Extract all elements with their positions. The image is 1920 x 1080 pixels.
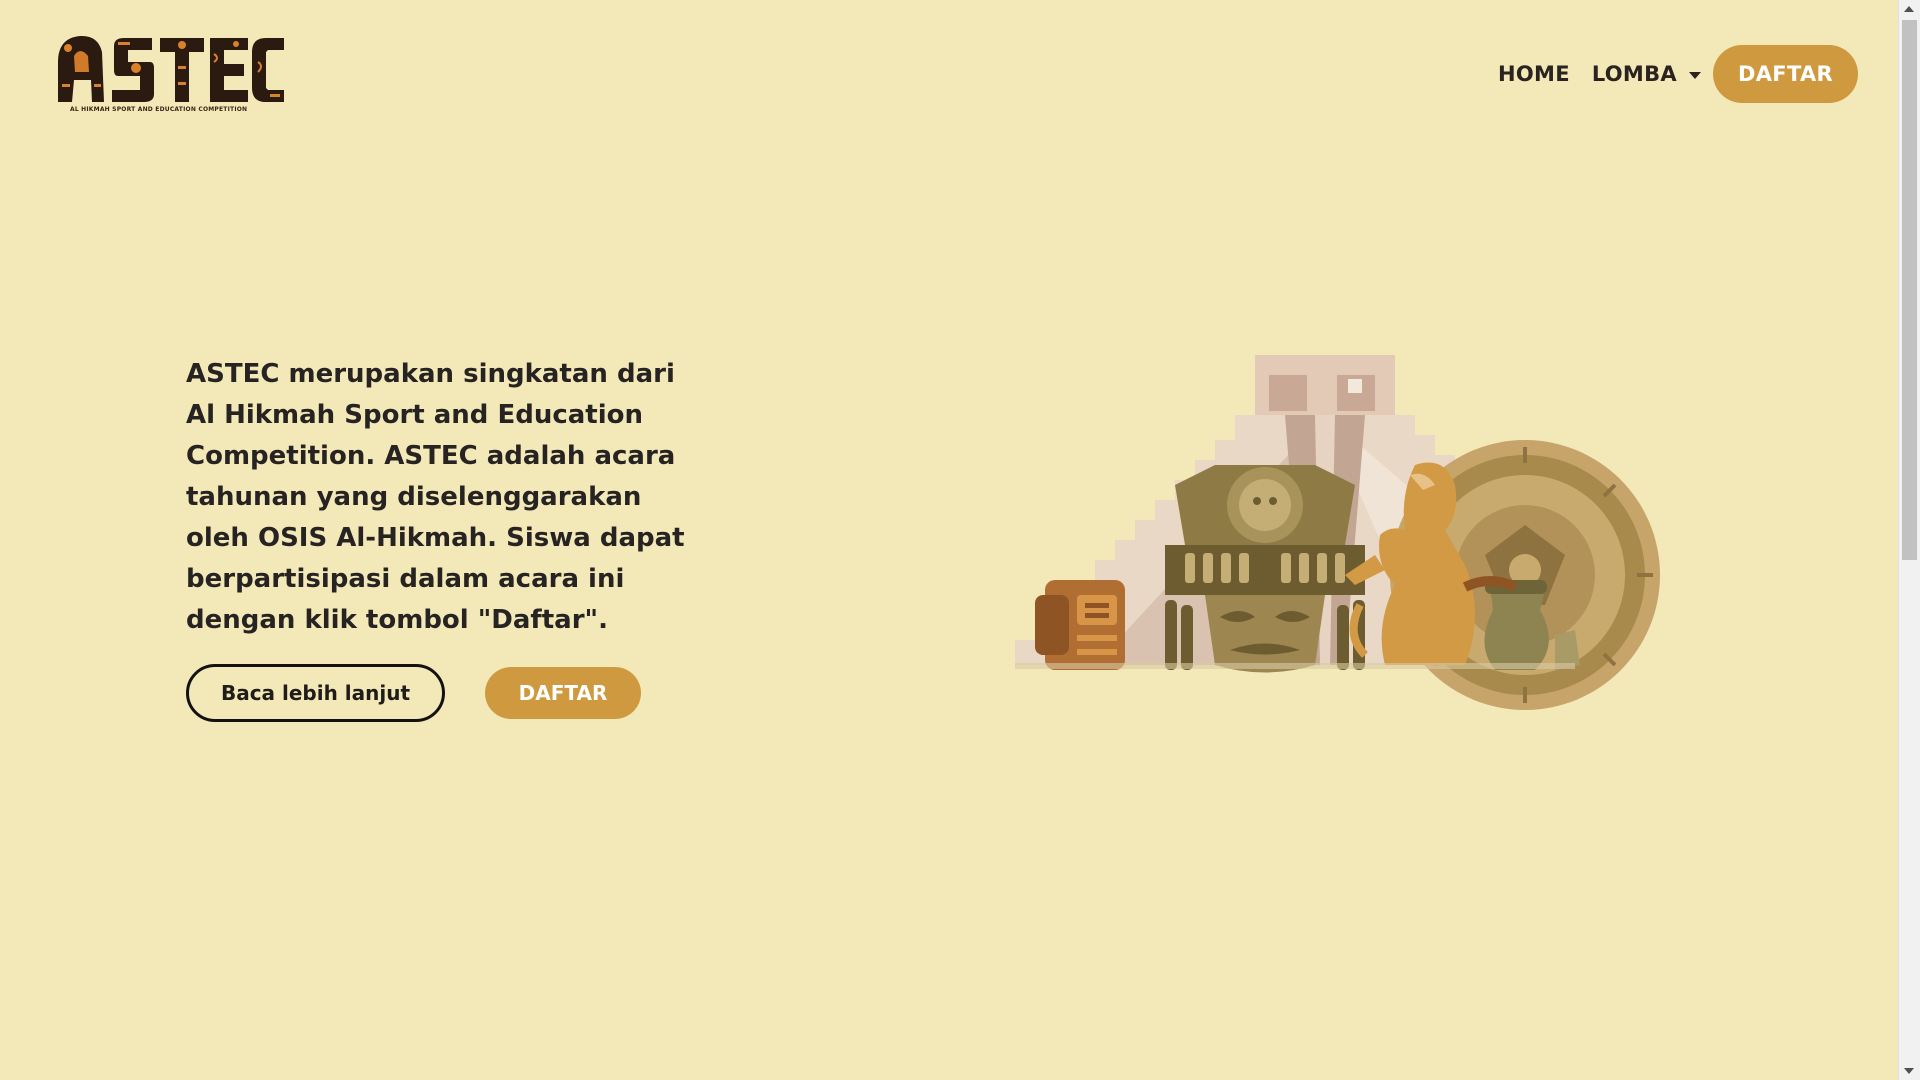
scroll-down-arrow-icon[interactable] — [1904, 1068, 1914, 1074]
hero-description: ASTEC merupakan singkatan dari Al Hikmah… — [186, 359, 685, 635]
nav-home-link[interactable]: HOME — [1498, 62, 1570, 86]
aztec-pyramid-illustration — [1015, 355, 1660, 710]
logo-tagline: AL HIKMAH SPORT AND EDUCATION COMPETITIO… — [70, 106, 248, 113]
scrollbar-thumb[interactable] — [1902, 20, 1917, 560]
main-navigation: HOME LOMBA DAFTAR — [1498, 45, 1858, 103]
nav-lomba-link[interactable]: LOMBA — [1592, 62, 1677, 86]
nav-lomba-dropdown[interactable]: LOMBA — [1592, 62, 1701, 86]
astec-logo-wordmark — [58, 35, 284, 102]
astec-logo[interactable]: AL HIKMAH SPORT AND EDUCATION COMPETITIO… — [48, 32, 288, 120]
caret-down-icon[interactable] — [1689, 71, 1701, 79]
nav-daftar-button[interactable]: DAFTAR — [1713, 45, 1858, 103]
hero-actions: Baca lebih lanjut DAFTAR — [186, 664, 641, 722]
read-more-button[interactable]: Baca lebih lanjut — [186, 664, 445, 722]
page-scrollbar[interactable] — [1898, 0, 1920, 1080]
landing-page: AL HIKMAH SPORT AND EDUCATION COMPETITIO… — [0, 0, 1920, 1080]
scroll-up-arrow-icon[interactable] — [1904, 6, 1914, 12]
hero-daftar-button[interactable]: DAFTAR — [485, 667, 641, 719]
